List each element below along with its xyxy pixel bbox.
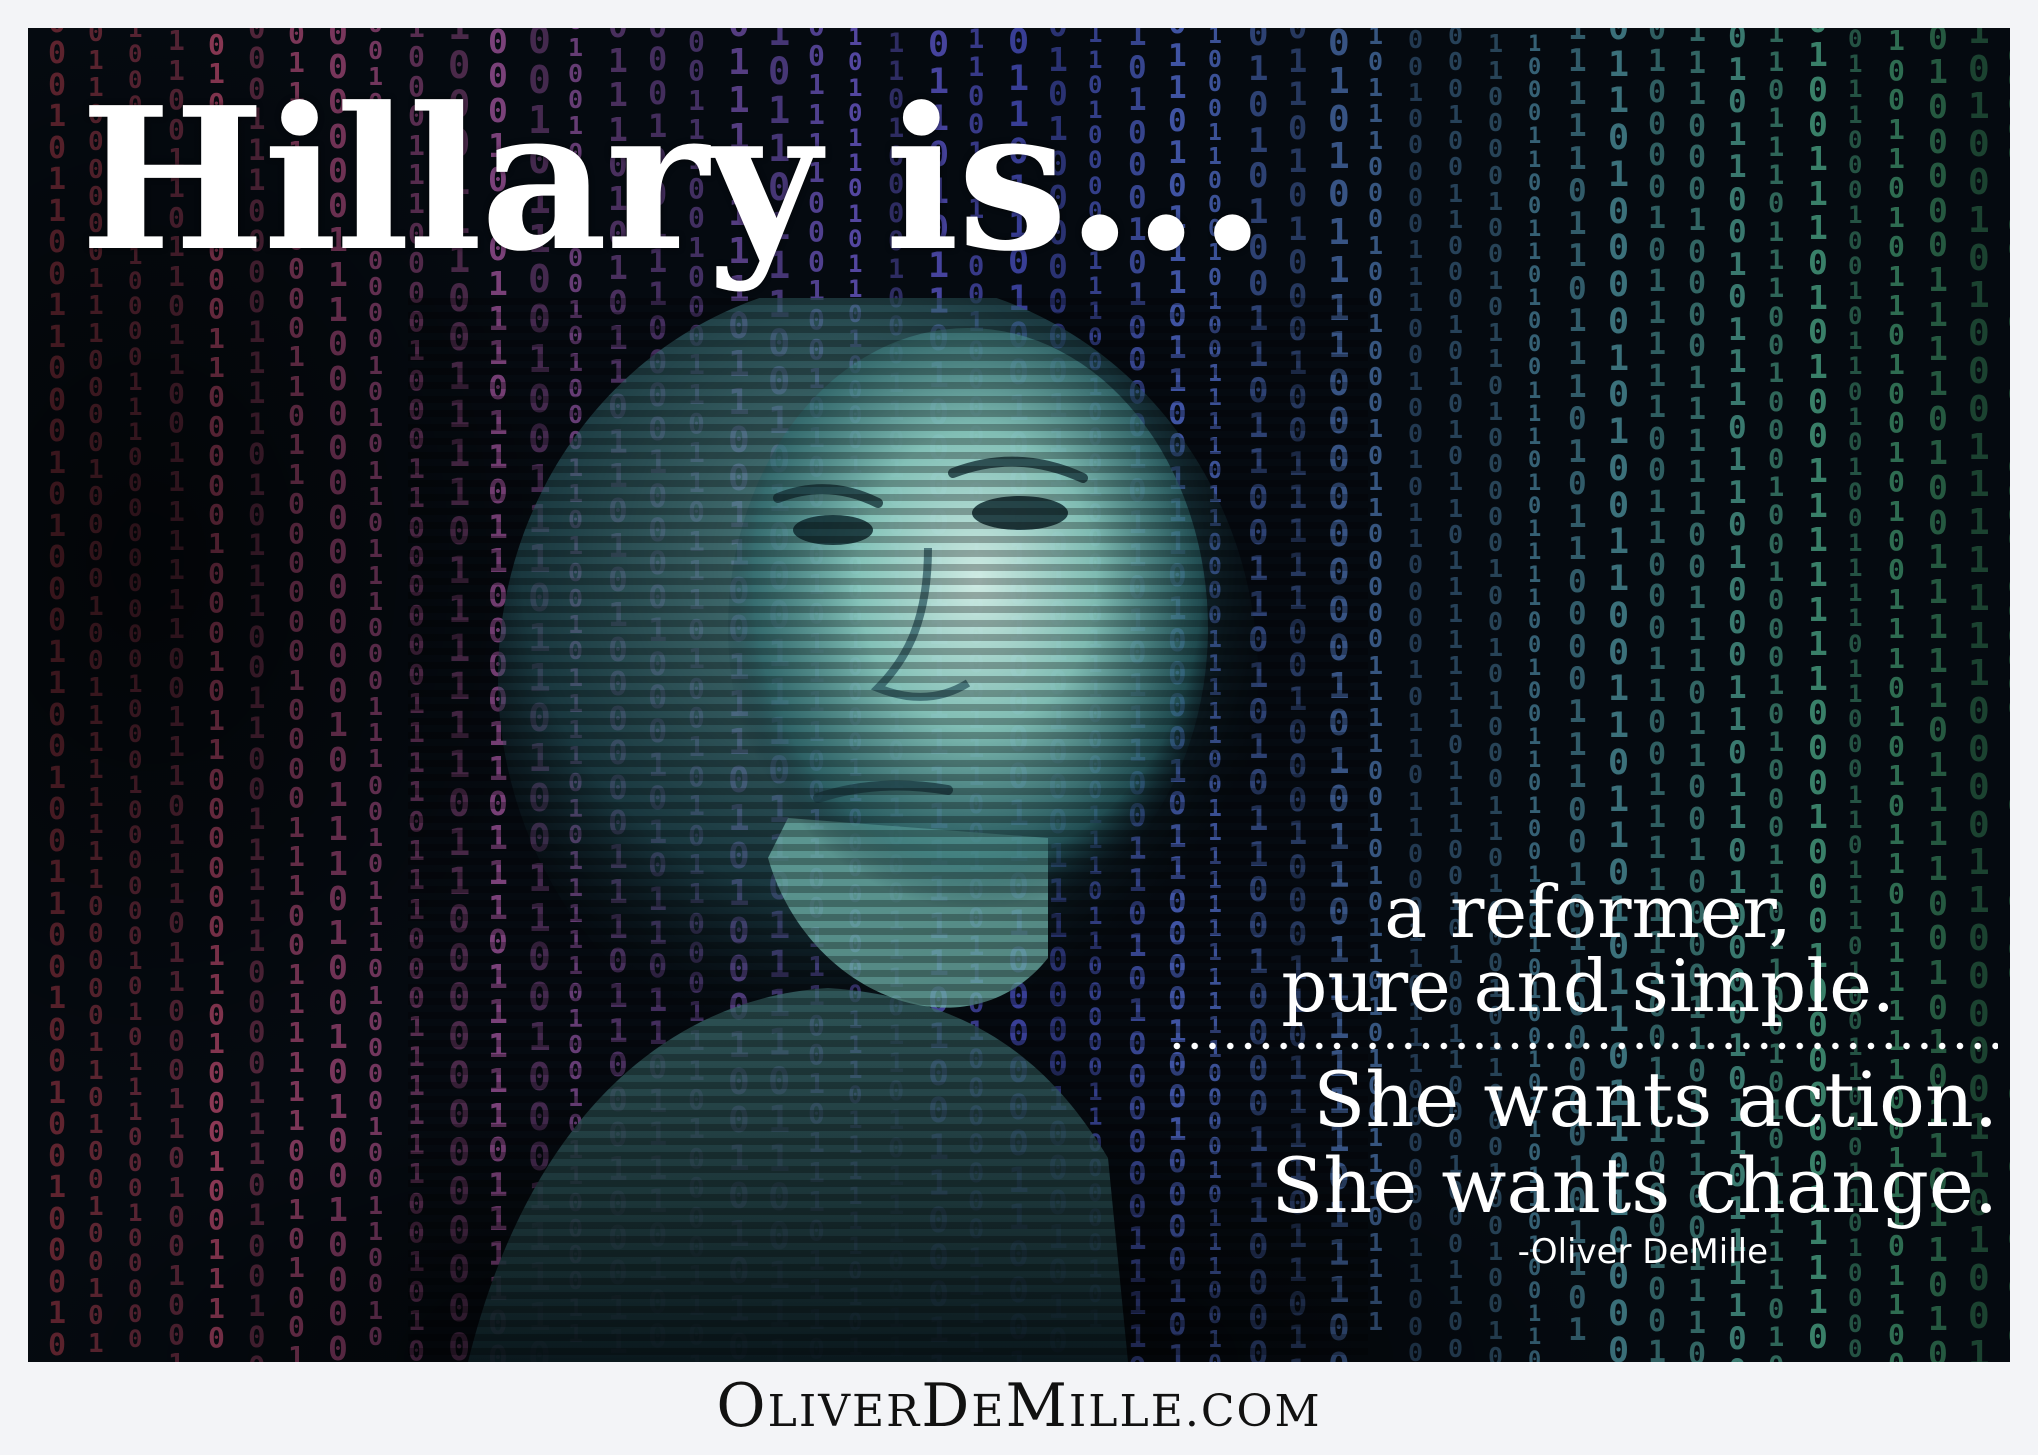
quote-line: pure and simple. bbox=[1281, 944, 1895, 1028]
site-url: OLIVERDEMILLE.COM bbox=[0, 1371, 2038, 1455]
dotted-divider bbox=[1168, 1040, 1998, 1052]
quote-line: She wants change. bbox=[1271, 1141, 1998, 1230]
quote-attribution: -Oliver DeMille bbox=[1517, 1232, 1768, 1272]
quote-line: She wants action. bbox=[1313, 1055, 1998, 1144]
poster-frame: 1 0 0 0 1 0 1 1 0 0 1 1 0 0 0 1 0 1 0 0 … bbox=[28, 28, 2010, 1362]
svg-text:OLIVERDEMILLE.COM: OLIVERDEMILLE.COM bbox=[716, 1372, 1321, 1441]
site-url-wordmark: OLIVERDEMILLE.COM bbox=[716, 1371, 1321, 1441]
quote-block: a reformer, pure and simple. She wants a… bbox=[1138, 876, 1998, 1272]
quote-line: a reformer, bbox=[1384, 870, 1792, 954]
headline: Hillary is... bbox=[80, 65, 1266, 295]
